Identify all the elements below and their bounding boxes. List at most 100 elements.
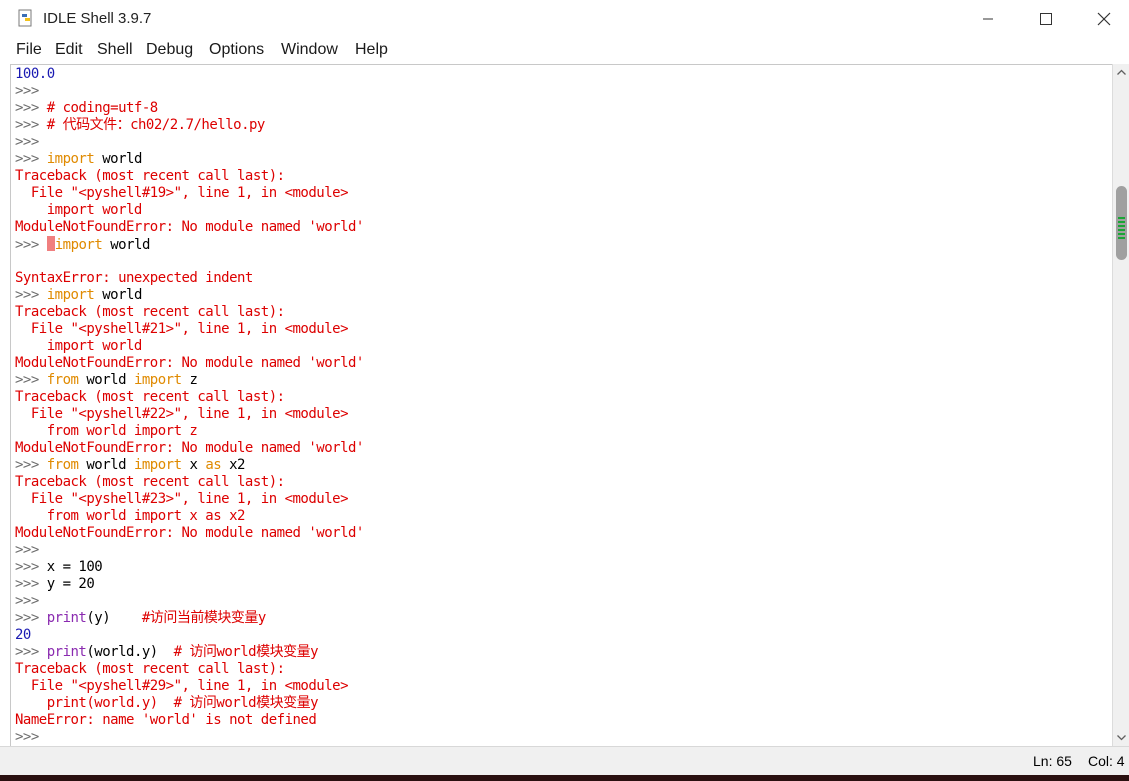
shell-text-text: world (94, 287, 142, 303)
shell-line: >>> (15, 134, 39, 151)
menu-debug[interactable]: Debug (146, 41, 193, 59)
shell-text-error: Traceback (most recent call last): (15, 389, 285, 405)
shell-text-output: 100.0 (15, 66, 55, 82)
menu-window[interactable]: Window (281, 41, 338, 59)
grip-line (1118, 233, 1125, 235)
text-cursor (46, 236, 55, 251)
shell-text-prompt: >>> (15, 100, 47, 116)
shell-text-prompt: >>> (15, 610, 47, 626)
shell-text-builtin: print (46, 610, 87, 626)
python-idle-icon (18, 9, 32, 27)
shell-text-prompt: >>> (15, 237, 47, 253)
menu-shell[interactable]: Shell (97, 41, 133, 59)
menu-options[interactable]: Options (209, 41, 264, 59)
shell-text-error: ModuleNotFoundError: No module named 'wo… (15, 355, 364, 371)
shell-line: SyntaxError: unexpected indent (15, 270, 253, 287)
shell-text-error: print(world.y) # 访问world模块变量y (15, 695, 319, 711)
minimize-icon (983, 18, 993, 20)
shell-line: >>> from world import x as x2 (15, 457, 245, 474)
close-icon (1097, 12, 1111, 26)
menu-bar: File Edit Shell Debug Options Window Hel… (0, 38, 1129, 64)
shell-line: >>> # 代码文件：ch02/2.7/hello.py (15, 117, 265, 134)
shell-text-error: from world import x as x2 (15, 508, 246, 524)
shell-text-keyword: as (205, 457, 222, 473)
shell-text-keyword: import (46, 151, 95, 167)
scroll-down-button[interactable] (1113, 729, 1129, 746)
shell-text-error: from world import z (15, 423, 198, 439)
chevron-down-icon (1117, 735, 1126, 741)
maximize-button[interactable] (1017, 0, 1075, 38)
shell-text-error: Traceback (most recent call last): (15, 168, 285, 184)
shell-line: Traceback (most recent call last): (15, 474, 285, 491)
menu-file[interactable]: File (16, 41, 42, 59)
shell-text-error: File "<pyshell#21>", line 1, in <module> (15, 321, 349, 337)
shell-text-text: x = 100 (46, 559, 103, 575)
shell-text-comment: # 访问world模块变量y (173, 644, 319, 660)
shell-line: 20 (15, 627, 31, 644)
maximize-icon (1040, 13, 1052, 25)
shell-text-prompt: >>> (15, 729, 39, 745)
shell-line: ModuleNotFoundError: No module named 'wo… (15, 525, 364, 542)
shell-line: ModuleNotFoundError: No module named 'wo… (15, 219, 364, 236)
grip-line (1118, 217, 1125, 219)
shell-text-prompt: >>> (15, 151, 47, 167)
shell-line: print(world.y) # 访问world模块变量y (15, 695, 319, 712)
desktop-background-strip (0, 775, 1129, 781)
shell-text-error: Traceback (most recent call last): (15, 474, 285, 490)
grip-line (1118, 225, 1125, 227)
vertical-scrollbar[interactable] (1112, 64, 1129, 746)
shell-text-error: import world (15, 202, 143, 218)
shell-text-text: x (181, 457, 206, 473)
shell-line: Traceback (most recent call last): (15, 389, 285, 406)
shell-text-output: 20 (15, 627, 31, 643)
shell-text-error: Traceback (most recent call last): (15, 661, 285, 677)
shell-line: Traceback (most recent call last): (15, 661, 285, 678)
shell-text-prompt: >>> (15, 542, 39, 558)
shell-text-text: y = 20 (46, 576, 95, 592)
shell-line: >>> print(world.y) # 访问world模块变量y (15, 644, 319, 661)
shell-line: import world (15, 202, 143, 219)
shell-text-text: x2 (221, 457, 245, 473)
shell-text-error: File "<pyshell#23>", line 1, in <module> (15, 491, 349, 507)
menu-edit[interactable]: Edit (55, 41, 83, 59)
scrollbar-thumb[interactable] (1116, 186, 1127, 260)
shell-text-comment: #访问当前模块变量y (141, 610, 266, 626)
shell-line: >>> import world (15, 236, 150, 253)
shell-line: >>> (15, 83, 39, 100)
shell-line: File "<pyshell#22>", line 1, in <module> (15, 406, 349, 423)
menu-help[interactable]: Help (355, 41, 388, 59)
shell-line: Traceback (most recent call last): (15, 304, 285, 321)
shell-text-prompt: >>> (15, 134, 39, 150)
title-bar: IDLE Shell 3.9.7 (0, 0, 1129, 38)
status-line-number: Ln: 65 (1033, 753, 1072, 769)
scroll-up-button[interactable] (1113, 64, 1129, 81)
minimize-button[interactable] (959, 0, 1017, 38)
shell-text-prompt: >>> (15, 559, 47, 575)
shell-text-text: (world.y) (86, 644, 174, 660)
shell-line: File "<pyshell#19>", line 1, in <module> (15, 185, 349, 202)
shell-line: >>> # coding=utf-8 (15, 100, 158, 117)
shell-text-text: world (102, 237, 150, 253)
shell-text-error: File "<pyshell#29>", line 1, in <module> (15, 678, 349, 694)
shell-text-text: z (181, 372, 198, 388)
shell-text-text: world (78, 457, 134, 473)
shell-text-area[interactable]: 100.0 >>> >>> # coding=utf-8 >>> # 代码文件：ch0… (10, 64, 1112, 747)
shell-text-error: SyntaxError: unexpected indent (15, 270, 253, 286)
shell-text-keyword: import (46, 287, 95, 303)
shell-text-comment: # coding=utf-8 (46, 100, 159, 116)
shell-line: 100.0 (15, 66, 55, 83)
close-button[interactable] (1075, 0, 1129, 38)
shell-text-keyword: from (46, 372, 79, 388)
shell-line: File "<pyshell#21>", line 1, in <module> (15, 321, 349, 338)
shell-line: Traceback (most recent call last): (15, 168, 285, 185)
shell-text-prompt: >>> (15, 372, 47, 388)
shell-text-keyword: import (54, 237, 103, 253)
shell-line: NameError: name 'world' is not defined (15, 712, 317, 729)
shell-text-prompt: >>> (15, 593, 39, 609)
shell-line: File "<pyshell#29>", line 1, in <module> (15, 678, 349, 695)
shell-text-error: NameError: name 'world' is not defined (15, 712, 317, 728)
shell-text-prompt: >>> (15, 576, 47, 592)
shell-line: File "<pyshell#23>", line 1, in <module> (15, 491, 349, 508)
shell-text-keyword: import (133, 457, 182, 473)
shell-line: >>> (15, 542, 39, 559)
